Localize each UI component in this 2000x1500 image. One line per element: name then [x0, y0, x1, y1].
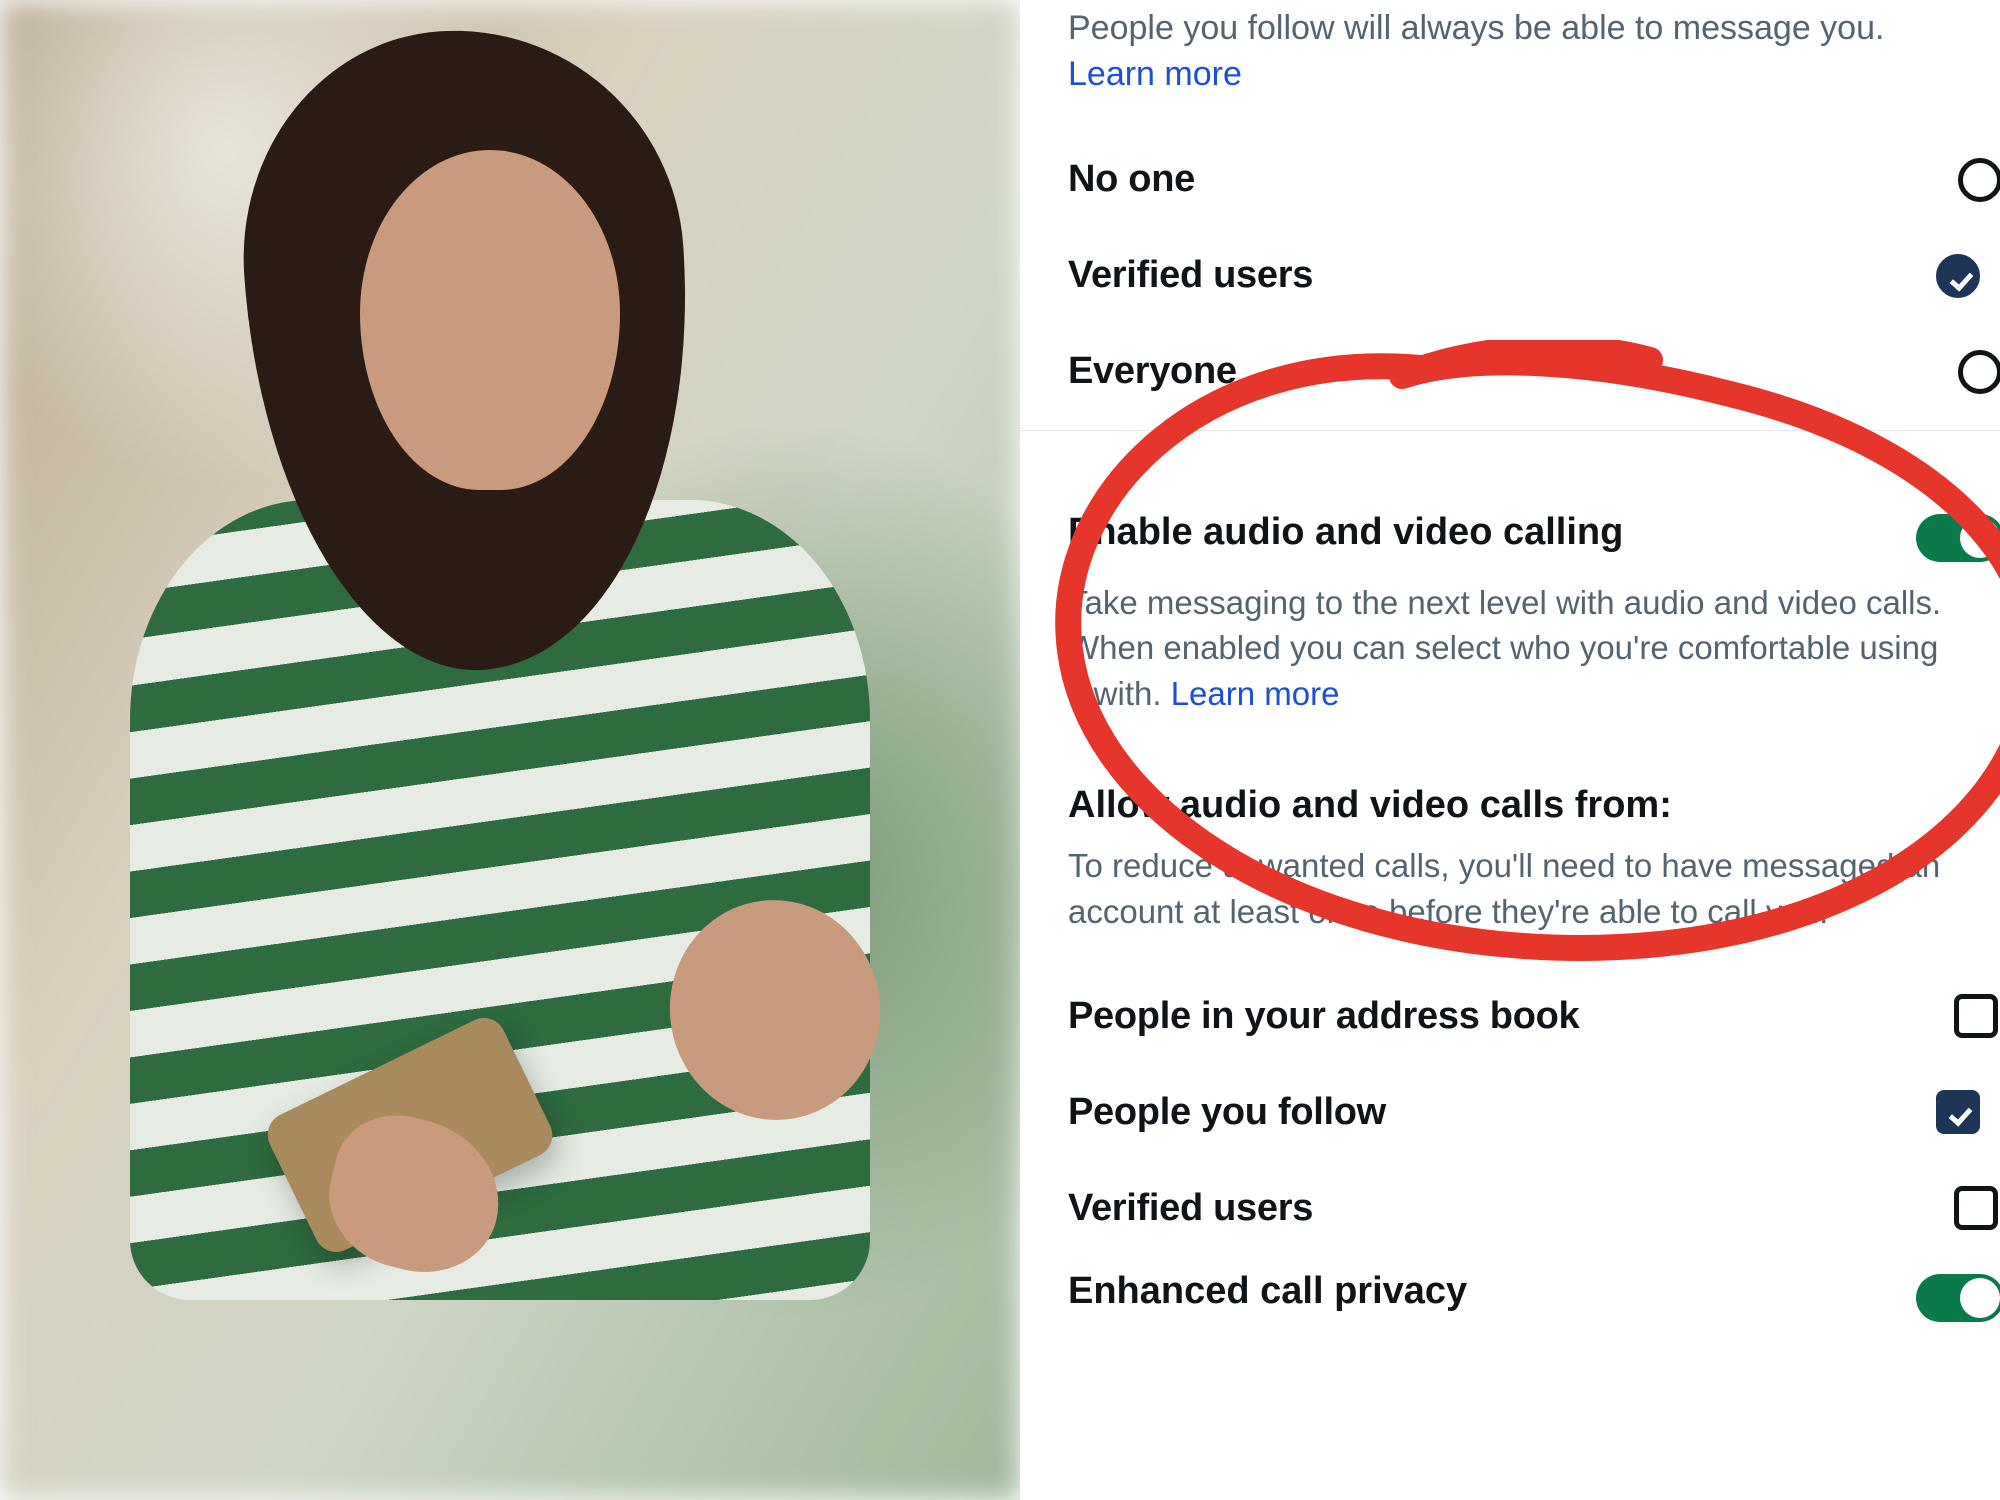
- messaging-learn-more-link[interactable]: Learn more: [1068, 55, 1242, 93]
- radio-row-no-one[interactable]: No one: [1068, 132, 2000, 228]
- radio-verified[interactable]: [1936, 254, 1980, 298]
- calling-toggle[interactable]: [1916, 514, 2000, 562]
- checkbox-verified-users[interactable]: [1954, 1186, 1998, 1230]
- calling-body: Take messaging to the next level with au…: [1068, 580, 2000, 717]
- section-divider: [1020, 430, 2000, 431]
- photo-person-on-phone: [0, 0, 1020, 1500]
- messaging-intro: People you follow will always be able to…: [1068, 6, 2000, 98]
- check-label-address-book: People in your address book: [1068, 995, 1579, 1038]
- radio-everyone[interactable]: [1958, 350, 2000, 394]
- check-label-verified-users: Verified users: [1068, 1187, 1313, 1230]
- radio-label-everyone: Everyone: [1068, 350, 1237, 393]
- check-row-address-book[interactable]: People in your address book: [1068, 968, 2000, 1064]
- radio-label-no-one: No one: [1068, 158, 1195, 201]
- calling-title-row: Enable audio and video calling: [1068, 511, 2000, 566]
- check-row-follow[interactable]: People you follow: [1068, 1064, 2000, 1160]
- calling-learn-more-link[interactable]: Learn more: [1171, 675, 1340, 712]
- enhanced-row: Enhanced call privacy: [1068, 1270, 2000, 1325]
- check-label-follow: People you follow: [1068, 1091, 1386, 1134]
- messaging-intro-text: People you follow will always be able to…: [1068, 9, 1884, 47]
- allow-from-heading: Allow audio and video calls from:: [1068, 784, 2000, 827]
- radio-label-verified: Verified users: [1068, 254, 1313, 297]
- check-row-verified-users[interactable]: Verified users: [1068, 1160, 2000, 1256]
- radio-no-one[interactable]: [1958, 158, 2000, 202]
- radio-row-verified[interactable]: Verified users: [1068, 228, 2000, 324]
- radio-row-everyone[interactable]: Everyone: [1068, 324, 2000, 420]
- allow-from-note: To reduce unwanted calls, you'll need to…: [1068, 843, 2000, 934]
- enhanced-toggle[interactable]: [1916, 1274, 2000, 1322]
- checkbox-follow[interactable]: [1936, 1090, 1980, 1134]
- settings-panel: People you follow will always be able to…: [1020, 0, 2000, 1500]
- enhanced-title: Enhanced call privacy: [1068, 1270, 1467, 1313]
- checkbox-address-book[interactable]: [1954, 994, 1998, 1038]
- calling-title: Enable audio and video calling: [1068, 511, 1623, 554]
